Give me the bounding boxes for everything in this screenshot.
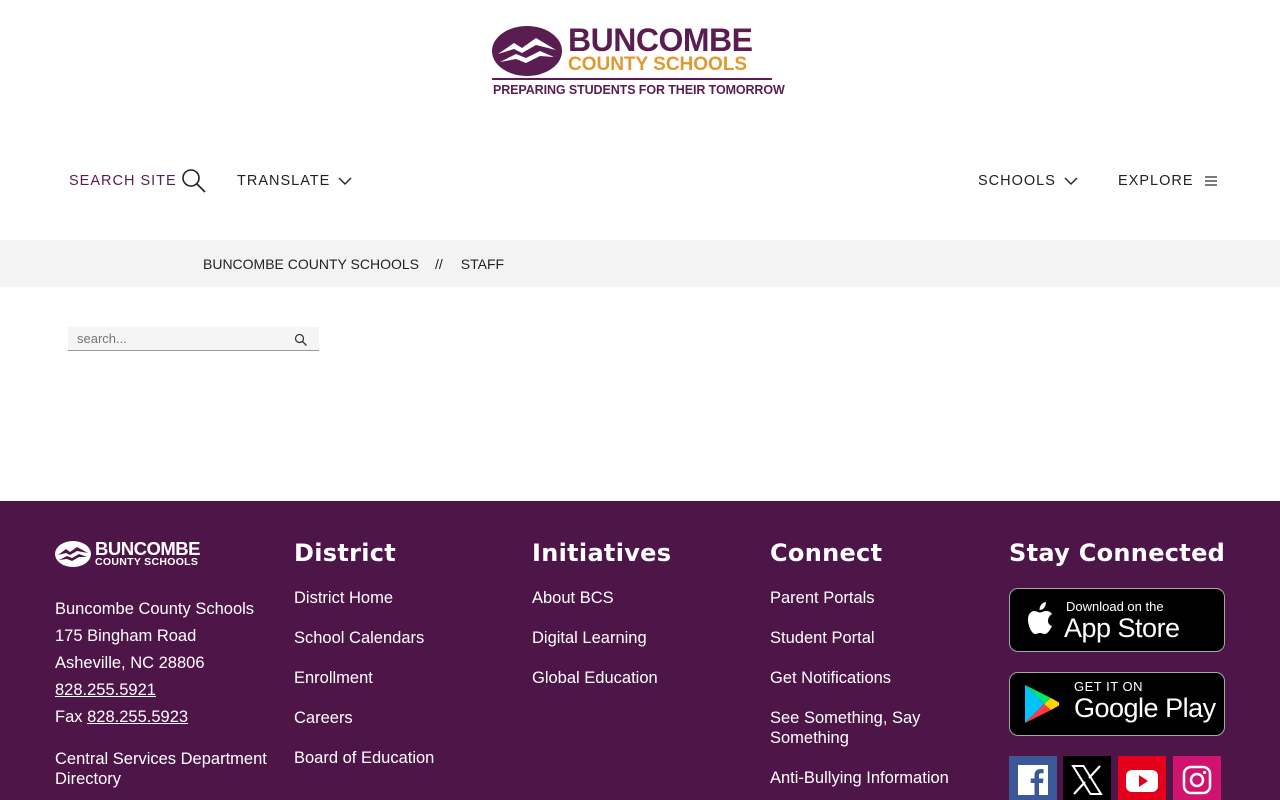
staff-search-box [68,327,319,351]
facebook-icon [1018,765,1048,795]
connect-links: Parent Portals Student Portal Get Notifi… [770,588,970,800]
footer-link-board-of-education[interactable]: Board of Education [294,748,434,768]
footer-link-see-something[interactable]: See Something, Say Something [770,708,970,748]
connect-heading: Connect [770,539,883,567]
instagram-icon [1182,765,1212,795]
district-heading: District [294,539,397,567]
address-block: Buncombe County Schools 175 Bingham Road… [55,596,254,731]
breadcrumb-home-link[interactable]: BUNCOMBE COUNTY SCHOOLS [203,256,419,272]
footer-link-anti-bullying[interactable]: Anti-Bullying Information [770,768,970,788]
footer-logo[interactable]: BUNCOMBE COUNTY SCHOOLS [55,539,207,569]
central-services-directory-link[interactable]: Central Services Department Directory [55,749,285,789]
breadcrumb-separator: // [435,255,443,272]
explore-label: EXPLORE [1118,173,1194,189]
apple-icon [1028,602,1052,634]
footer-link-student-portal[interactable]: Student Portal [770,628,970,648]
initiatives-heading: Initiatives [532,539,672,567]
app-store-small-text: Download on the [1066,599,1164,614]
logo-divider [492,78,772,80]
address-city: Asheville, NC 28806 [55,654,205,672]
facebook-button[interactable] [1009,756,1057,800]
fax-link[interactable]: 828.255.5923 [87,708,188,726]
instagram-button[interactable] [1173,756,1221,800]
logo-title: BUNCOMBE [568,22,753,58]
logo-subtitle: COUNTY SCHOOLS [568,54,748,75]
hamburger-menu-icon [1204,176,1217,186]
app-store-big-text: App Store [1064,613,1180,643]
stay-connected-heading: Stay Connected [1009,539,1226,567]
breadcrumb-current: STAFF [460,255,505,272]
site-footer: BUNCOMBE COUNTY SCHOOLS Buncombe County … [0,501,1280,800]
search-site-button[interactable]: SEARCH SITE [69,168,207,194]
x-icon [1071,765,1103,795]
chevron-down-icon [338,177,352,185]
phone-link[interactable]: 828.255.5921 [55,681,156,699]
search-site-label: SEARCH SITE [69,173,177,189]
google-play-button[interactable]: GET IT ON Google Play [1009,672,1225,736]
x-twitter-button[interactable] [1063,756,1111,800]
staff-search-input[interactable] [68,327,288,350]
footer-link-careers[interactable]: Careers [294,708,434,728]
search-icon [181,169,206,193]
chevron-down-icon [1064,177,1078,185]
explore-menu-button[interactable]: EXPLORE [1118,168,1218,194]
app-store-button[interactable]: Download on the App Store [1009,588,1225,652]
district-links: District Home School Calendars Enrollmen… [294,588,434,788]
schools-dropdown[interactable]: SCHOOLS [978,168,1078,194]
translate-dropdown[interactable]: TRANSLATE [237,168,352,194]
footer-link-district-home[interactable]: District Home [294,588,434,608]
google-play-small-text: GET IT ON [1074,679,1144,694]
site-header: BUNCOMBE COUNTY SCHOOLS PREPARING STUDEN… [0,0,1280,240]
footer-link-digital-learning[interactable]: Digital Learning [532,628,658,648]
footer-link-parent-portals[interactable]: Parent Portals [770,588,970,608]
footer-logo-subtitle: COUNTY SCHOOLS [95,556,199,568]
mountain-logo-icon [55,541,91,567]
youtube-icon [1126,770,1158,792]
logo-tagline: PREPARING STUDENTS FOR THEIR TOMORROW [493,83,785,97]
translate-label: TRANSLATE [237,173,331,189]
breadcrumb: BUNCOMBE COUNTY SCHOOLS // STAFF [0,240,1280,287]
youtube-button[interactable] [1118,756,1166,800]
schools-label: SCHOOLS [978,173,1056,189]
footer-link-school-calendars[interactable]: School Calendars [294,628,434,648]
initiatives-links: About BCS Digital Learning Global Educat… [532,588,658,708]
address-street: 175 Bingham Road [55,627,197,645]
google-play-icon [1025,685,1059,723]
footer-link-get-notifications[interactable]: Get Notifications [770,668,970,688]
footer-link-enrollment[interactable]: Enrollment [294,668,434,688]
footer-link-global-education[interactable]: Global Education [532,668,658,688]
mountain-logo-icon [492,26,562,76]
fax-label: Fax [55,708,83,726]
address-name: Buncombe County Schools [55,600,255,618]
district-logo[interactable]: BUNCOMBE COUNTY SCHOOLS PREPARING STUDEN… [492,22,785,100]
google-play-big-text: Google Play [1074,693,1216,723]
footer-link-about-bcs[interactable]: About BCS [532,588,658,608]
search-icon[interactable] [294,333,308,347]
